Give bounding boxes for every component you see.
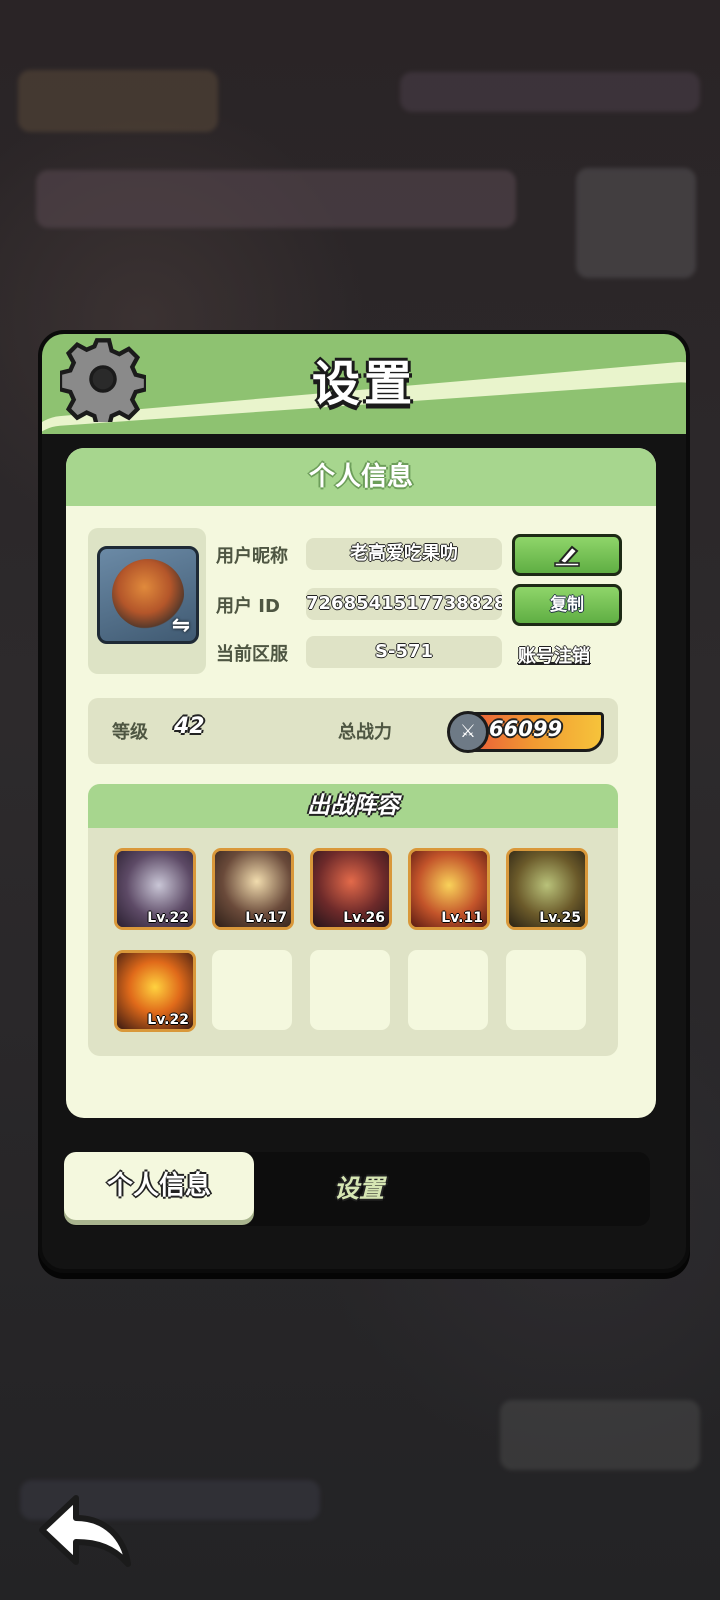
server-value: S-571 [306, 636, 502, 668]
back-arrow-icon[interactable] [36, 1490, 136, 1570]
hero-slot[interactable]: Lv.25 [506, 848, 588, 930]
user-id-label: 用户 ID [216, 596, 280, 617]
hero-level: Lv.11 [441, 910, 483, 926]
hero-level: Lv.17 [245, 910, 287, 926]
bg-top-bar [18, 70, 218, 132]
bg-bottom-card [500, 1400, 700, 1470]
settings-dialog: 设置 个人信息 ⇋ 用户昵称 老高爱吃果叻 用户 ID 726854151773… [38, 330, 690, 1273]
power-icon: ⚔ [447, 711, 489, 753]
tab-settings[interactable]: 设置 [334, 1152, 384, 1226]
stats-box: 等级 42 总战力 ⚔ 66099 [88, 698, 618, 764]
tab-bar: 个人信息 设置 [64, 1152, 650, 1226]
bg-resource-bar [400, 72, 700, 112]
copy-id-button[interactable]: 复制 [512, 584, 622, 626]
hero-level: Lv.25 [539, 910, 581, 926]
bg-hero-row [36, 170, 516, 228]
dialog-title: 设置 [311, 356, 416, 412]
avatar[interactable]: ⇋ [97, 546, 199, 644]
hero-level: Lv.22 [147, 1012, 189, 1028]
nickname-label: 用户昵称 [216, 546, 288, 567]
hero-slot[interactable]: Lv.22 [114, 950, 196, 1032]
empty-slot[interactable] [310, 950, 390, 1030]
profile-panel: 个人信息 ⇋ 用户昵称 老高爱吃果叻 用户 ID 726854151773882… [66, 448, 656, 1118]
power-value: 66099 [489, 717, 563, 741]
dialog-header: 设置 [42, 334, 686, 434]
server-label: 当前区服 [216, 644, 288, 665]
hero-slot[interactable]: Lv.22 [114, 848, 196, 930]
hero-level: Lv.26 [343, 910, 385, 926]
team-title: 出战阵容 [88, 784, 618, 828]
edit-icon [554, 545, 580, 567]
empty-slot[interactable] [408, 950, 488, 1030]
edit-nickname-button[interactable] [512, 534, 622, 576]
tab-profile[interactable]: 个人信息 [64, 1152, 254, 1220]
panel-title: 个人信息 [66, 448, 656, 506]
empty-slot[interactable] [506, 950, 586, 1030]
swap-icon[interactable]: ⇋ [168, 613, 194, 639]
hero-slot[interactable]: Lv.11 [408, 848, 490, 930]
team-lineup: 出战阵容 Lv.22 Lv.17 Lv.26 Lv.11 Lv.25 Lv.22 [88, 784, 618, 1056]
avatar-container[interactable]: ⇋ [88, 528, 206, 674]
hero-level: Lv.22 [147, 910, 189, 926]
nickname-value: 老高爱吃果叻 [306, 538, 502, 570]
level-label: 等级 [112, 722, 148, 743]
power-label: 总战力 [338, 722, 392, 743]
bg-minimap [576, 168, 696, 278]
delete-account-link[interactable]: 账号注销 [518, 642, 590, 668]
hero-slot[interactable]: Lv.26 [310, 848, 392, 930]
hero-slot[interactable]: Lv.17 [212, 848, 294, 930]
level-value: 42 [174, 714, 205, 739]
empty-slot[interactable] [212, 950, 292, 1030]
power-badge: ⚔ 66099 [447, 711, 604, 753]
user-id-value: 72685415177388284 [306, 588, 502, 620]
